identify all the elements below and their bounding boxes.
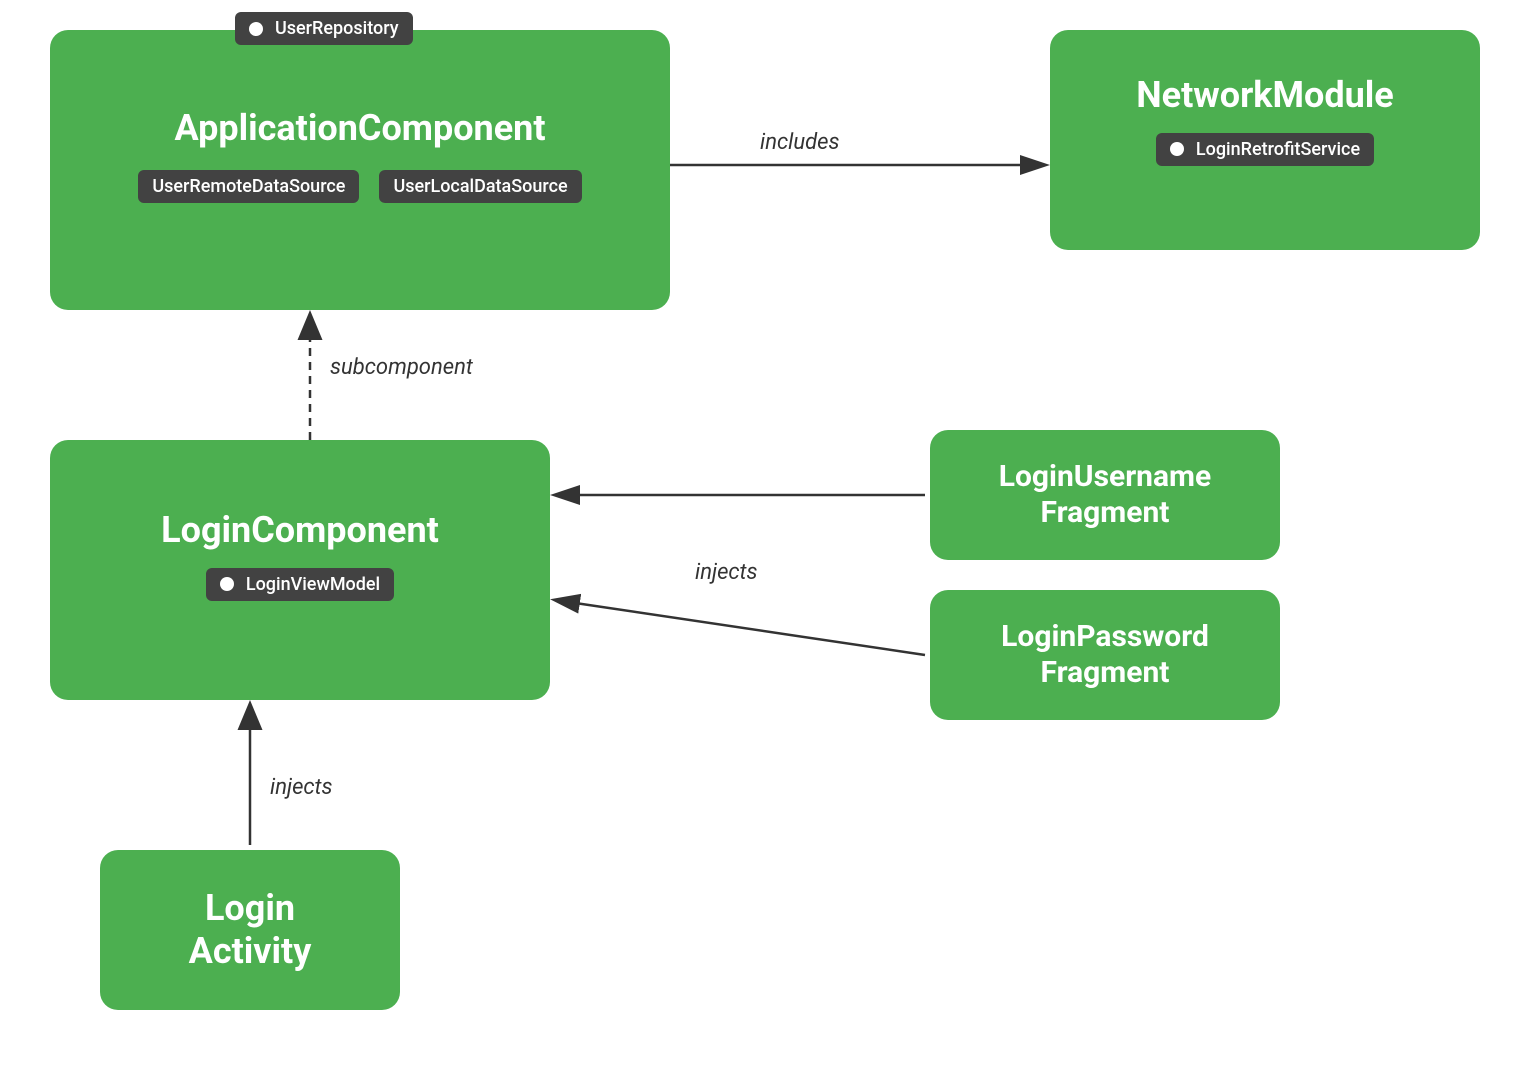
includes-label: includes	[760, 130, 839, 155]
login-username-fragment-box: LoginUsernameFragment	[930, 430, 1280, 560]
application-component-box: UserRepository ApplicationComponent User…	[50, 30, 670, 310]
login-viewmodel-badge: LoginViewModel	[206, 568, 394, 601]
login-activity-title: LoginActivity	[189, 887, 312, 973]
login-username-fragment-title: LoginUsernameFragment	[999, 459, 1212, 531]
user-repository-badge: UserRepository	[235, 12, 413, 45]
user-repository-label: UserRepository	[275, 18, 399, 39]
login-viewmodel-label: LoginViewModel	[246, 574, 380, 595]
login-viewmodel-dot	[220, 577, 234, 591]
injects-label-activity: injects	[270, 775, 333, 800]
user-repository-dot	[249, 22, 263, 36]
network-module-box: NetworkModule LoginRetrofitService	[1050, 30, 1480, 250]
application-component-title: ApplicationComponent	[174, 107, 545, 150]
user-remote-datasource-badge: UserRemoteDataSource	[138, 170, 359, 203]
user-remote-datasource-label: UserRemoteDataSource	[152, 176, 345, 197]
login-retrofit-service-badge: LoginRetrofitService	[1156, 133, 1374, 166]
injects-label-fragments: injects	[695, 560, 758, 585]
subcomponent-label: subcomponent	[330, 355, 473, 380]
login-retrofit-service-dot	[1170, 142, 1184, 156]
user-local-datasource-label: UserLocalDataSource	[393, 176, 567, 197]
login-password-fragment-title: LoginPasswordFragment	[1001, 619, 1209, 691]
login-component-title: LoginComponent	[161, 509, 439, 552]
diagram-container: UserRepository ApplicationComponent User…	[0, 0, 1535, 1068]
login-component-box: LoginComponent LoginViewModel	[50, 440, 550, 700]
network-module-title: NetworkModule	[1136, 74, 1393, 117]
login-password-fragment-box: LoginPasswordFragment	[930, 590, 1280, 720]
login-retrofit-service-label: LoginRetrofitService	[1196, 139, 1360, 160]
login-activity-box: LoginActivity	[100, 850, 400, 1010]
injects-arrow-password	[555, 600, 925, 655]
user-local-datasource-badge: UserLocalDataSource	[379, 170, 581, 203]
